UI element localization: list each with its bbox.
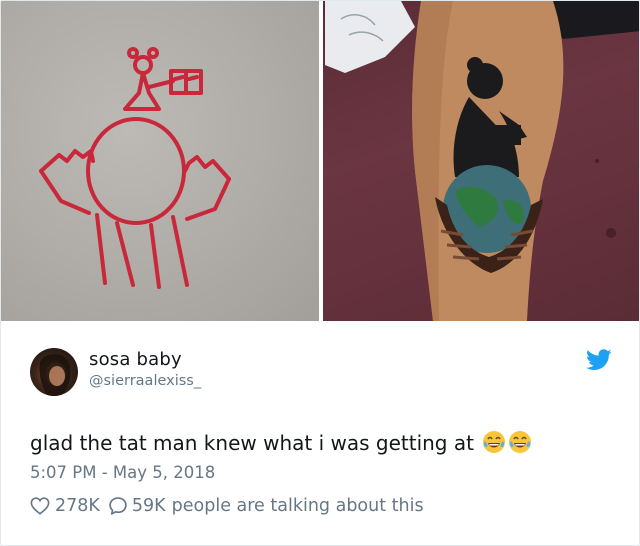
tweet-media[interactable] <box>1 1 639 321</box>
tweet-text: glad the tat man knew what i was getting… <box>30 430 532 455</box>
like-button[interactable]: 278K <box>30 496 108 516</box>
tattoo-photo[interactable] <box>323 1 639 321</box>
avatar[interactable] <box>30 348 78 396</box>
reply-count: 59K <box>131 496 166 516</box>
tattoo-image <box>325 1 639 321</box>
reply-button[interactable]: 59K <box>108 496 166 516</box>
child-drawing-image <box>39 47 231 289</box>
speech-bubble-icon <box>109 497 127 515</box>
display-name[interactable]: sosa baby <box>89 349 182 370</box>
tweet-card[interactable]: sosa baby @sierraalexiss_ glad the tat m… <box>0 0 640 546</box>
tweet-actions: 278K 59K people are talking about this <box>30 496 424 516</box>
tweet-timestamp[interactable]: 5:07 PM - May 5, 2018 <box>30 463 215 482</box>
profile-photo-icon <box>39 354 71 396</box>
tweet-body: sosa baby @sierraalexiss_ glad the tat m… <box>1 322 639 545</box>
tweet-text-content: glad the tat man knew what i was getting… <box>30 431 474 455</box>
heart-icon <box>30 497 50 515</box>
talking-about-link[interactable]: people are talking about this <box>172 496 424 516</box>
user-handle[interactable]: @sierraalexiss_ <box>89 373 201 389</box>
like-count: 278K <box>55 496 100 516</box>
drawing-photo[interactable] <box>1 1 319 321</box>
twitter-bird-icon[interactable] <box>586 349 612 371</box>
face-with-tears-of-joy-icon <box>509 431 532 453</box>
face-with-tears-of-joy-icon <box>483 431 506 453</box>
